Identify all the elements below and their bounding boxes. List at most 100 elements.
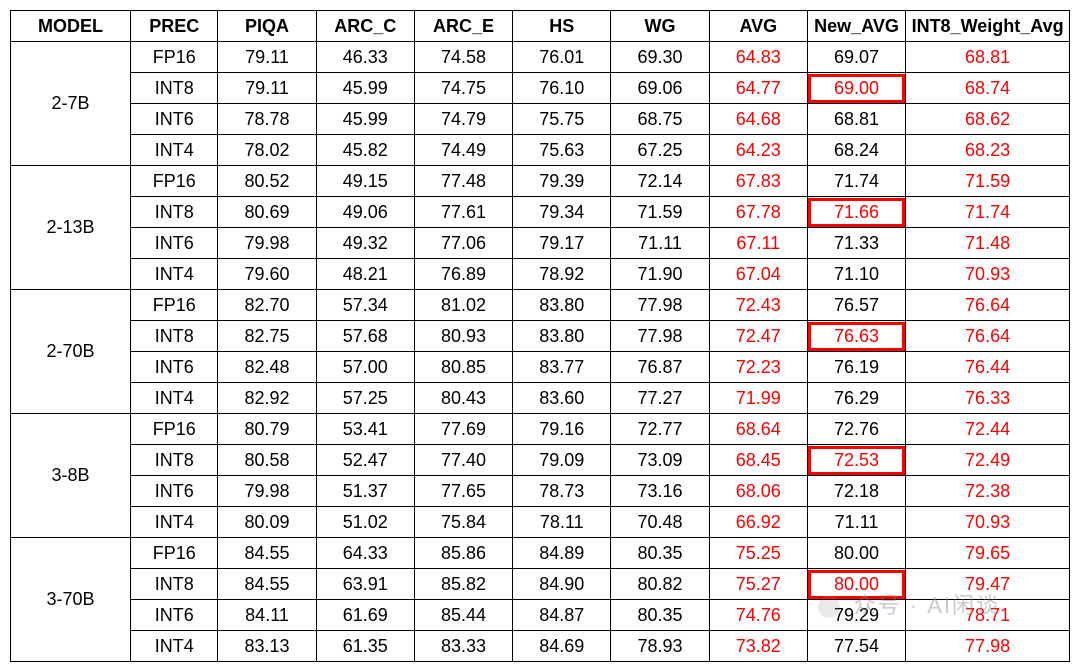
arc_c-cell: 45.82 (316, 135, 414, 166)
wg-cell: 67.25 (611, 135, 709, 166)
new_avg-cell: 72.53 (807, 445, 905, 476)
arc_c-cell: 49.32 (316, 228, 414, 259)
table-row: INT880.5852.4777.4079.0973.0968.4572.537… (11, 445, 1070, 476)
piqa-cell: 79.98 (218, 476, 316, 507)
arc_c-cell: 46.33 (316, 42, 414, 73)
piqa-cell: 80.09 (218, 507, 316, 538)
wg-cell: 72.14 (611, 166, 709, 197)
prec-cell: INT6 (131, 476, 218, 507)
new_avg-cell: 71.10 (807, 259, 905, 290)
wg-cell: 72.77 (611, 414, 709, 445)
prec-cell: INT6 (131, 352, 218, 383)
wg-cell: 77.98 (611, 321, 709, 352)
table-row: 2-13BFP1680.5249.1577.4879.3972.1467.837… (11, 166, 1070, 197)
arc_e-cell: 85.86 (414, 538, 512, 569)
arc_c-cell: 52.47 (316, 445, 414, 476)
prec-cell: FP16 (131, 42, 218, 73)
piqa-cell: 79.98 (218, 228, 316, 259)
piqa-cell: 84.55 (218, 538, 316, 569)
prec-cell: INT4 (131, 631, 218, 662)
wavg-cell: 71.59 (906, 166, 1070, 197)
new_avg-cell: 76.29 (807, 383, 905, 414)
arc_c-cell: 51.02 (316, 507, 414, 538)
new_avg-cell: 71.66 (807, 197, 905, 228)
arc_e-cell: 74.49 (414, 135, 512, 166)
piqa-cell: 80.52 (218, 166, 316, 197)
arc_c-cell: 57.00 (316, 352, 414, 383)
avg-cell: 68.06 (709, 476, 807, 507)
avg-cell: 75.27 (709, 569, 807, 600)
avg-cell: 67.04 (709, 259, 807, 290)
arc_e-cell: 80.93 (414, 321, 512, 352)
new_avg-cell: 76.63 (807, 321, 905, 352)
avg-cell: 74.76 (709, 600, 807, 631)
arc_c-cell: 63.91 (316, 569, 414, 600)
prec-cell: INT6 (131, 600, 218, 631)
arc_c-cell: 51.37 (316, 476, 414, 507)
table-row: INT679.9851.3777.6578.7373.1668.0672.187… (11, 476, 1070, 507)
prec-cell: FP16 (131, 290, 218, 321)
col-piqa: PIQA (218, 11, 316, 42)
arc_c-cell: 53.41 (316, 414, 414, 445)
prec-cell: INT8 (131, 569, 218, 600)
col-prec: PREC (131, 11, 218, 42)
piqa-cell: 84.11 (218, 600, 316, 631)
table-row: INT483.1361.3583.3384.6978.9373.8277.547… (11, 631, 1070, 662)
wavg-cell: 70.93 (906, 259, 1070, 290)
col-arc-e: ARC_E (414, 11, 512, 42)
new_avg-cell: 71.74 (807, 166, 905, 197)
wg-cell: 76.87 (611, 352, 709, 383)
table-row: 2-70BFP1682.7057.3481.0283.8077.9872.437… (11, 290, 1070, 321)
hs-cell: 79.39 (513, 166, 611, 197)
new_avg-cell: 72.18 (807, 476, 905, 507)
model-cell: 2-13B (11, 166, 131, 290)
avg-cell: 73.82 (709, 631, 807, 662)
table-row: INT879.1145.9974.7576.1069.0664.7769.006… (11, 73, 1070, 104)
wavg-cell: 72.49 (906, 445, 1070, 476)
piqa-cell: 80.58 (218, 445, 316, 476)
hs-cell: 79.16 (513, 414, 611, 445)
piqa-cell: 79.11 (218, 42, 316, 73)
new_avg-cell: 72.76 (807, 414, 905, 445)
prec-cell: INT8 (131, 197, 218, 228)
avg-cell: 66.92 (709, 507, 807, 538)
avg-cell: 64.77 (709, 73, 807, 104)
avg-cell: 64.23 (709, 135, 807, 166)
arc_e-cell: 77.06 (414, 228, 512, 259)
header-row: MODEL PREC PIQA ARC_C ARC_E HS WG AVG Ne… (11, 11, 1070, 42)
wg-cell: 69.06 (611, 73, 709, 104)
arc_e-cell: 77.61 (414, 197, 512, 228)
piqa-cell: 82.48 (218, 352, 316, 383)
wavg-cell: 71.48 (906, 228, 1070, 259)
wg-cell: 80.82 (611, 569, 709, 600)
new_avg-cell: 77.54 (807, 631, 905, 662)
table-row: INT678.7845.9974.7975.7568.7564.6868.816… (11, 104, 1070, 135)
hs-cell: 83.77 (513, 352, 611, 383)
table-row: INT478.0245.8274.4975.6367.2564.2368.246… (11, 135, 1070, 166)
model-cell: 2-7B (11, 42, 131, 166)
wg-cell: 71.90 (611, 259, 709, 290)
prec-cell: INT6 (131, 228, 218, 259)
wg-cell: 77.98 (611, 290, 709, 321)
col-model: MODEL (11, 11, 131, 42)
piqa-cell: 78.78 (218, 104, 316, 135)
arc_e-cell: 80.85 (414, 352, 512, 383)
table-row: 3-70BFP1684.5564.3385.8684.8980.3575.258… (11, 538, 1070, 569)
new_avg-cell: 80.00 (807, 538, 905, 569)
model-cell: 3-8B (11, 414, 131, 538)
hs-cell: 78.92 (513, 259, 611, 290)
wavg-cell: 70.93 (906, 507, 1070, 538)
avg-cell: 67.83 (709, 166, 807, 197)
wavg-cell: 68.23 (906, 135, 1070, 166)
piqa-cell: 80.69 (218, 197, 316, 228)
arc_c-cell: 64.33 (316, 538, 414, 569)
prec-cell: INT4 (131, 383, 218, 414)
prec-cell: INT6 (131, 104, 218, 135)
new_avg-cell: 68.81 (807, 104, 905, 135)
model-cell: 3-70B (11, 538, 131, 662)
model-cell: 2-70B (11, 290, 131, 414)
wavg-cell: 68.74 (906, 73, 1070, 104)
wavg-cell: 72.38 (906, 476, 1070, 507)
hs-cell: 76.01 (513, 42, 611, 73)
avg-cell: 72.43 (709, 290, 807, 321)
